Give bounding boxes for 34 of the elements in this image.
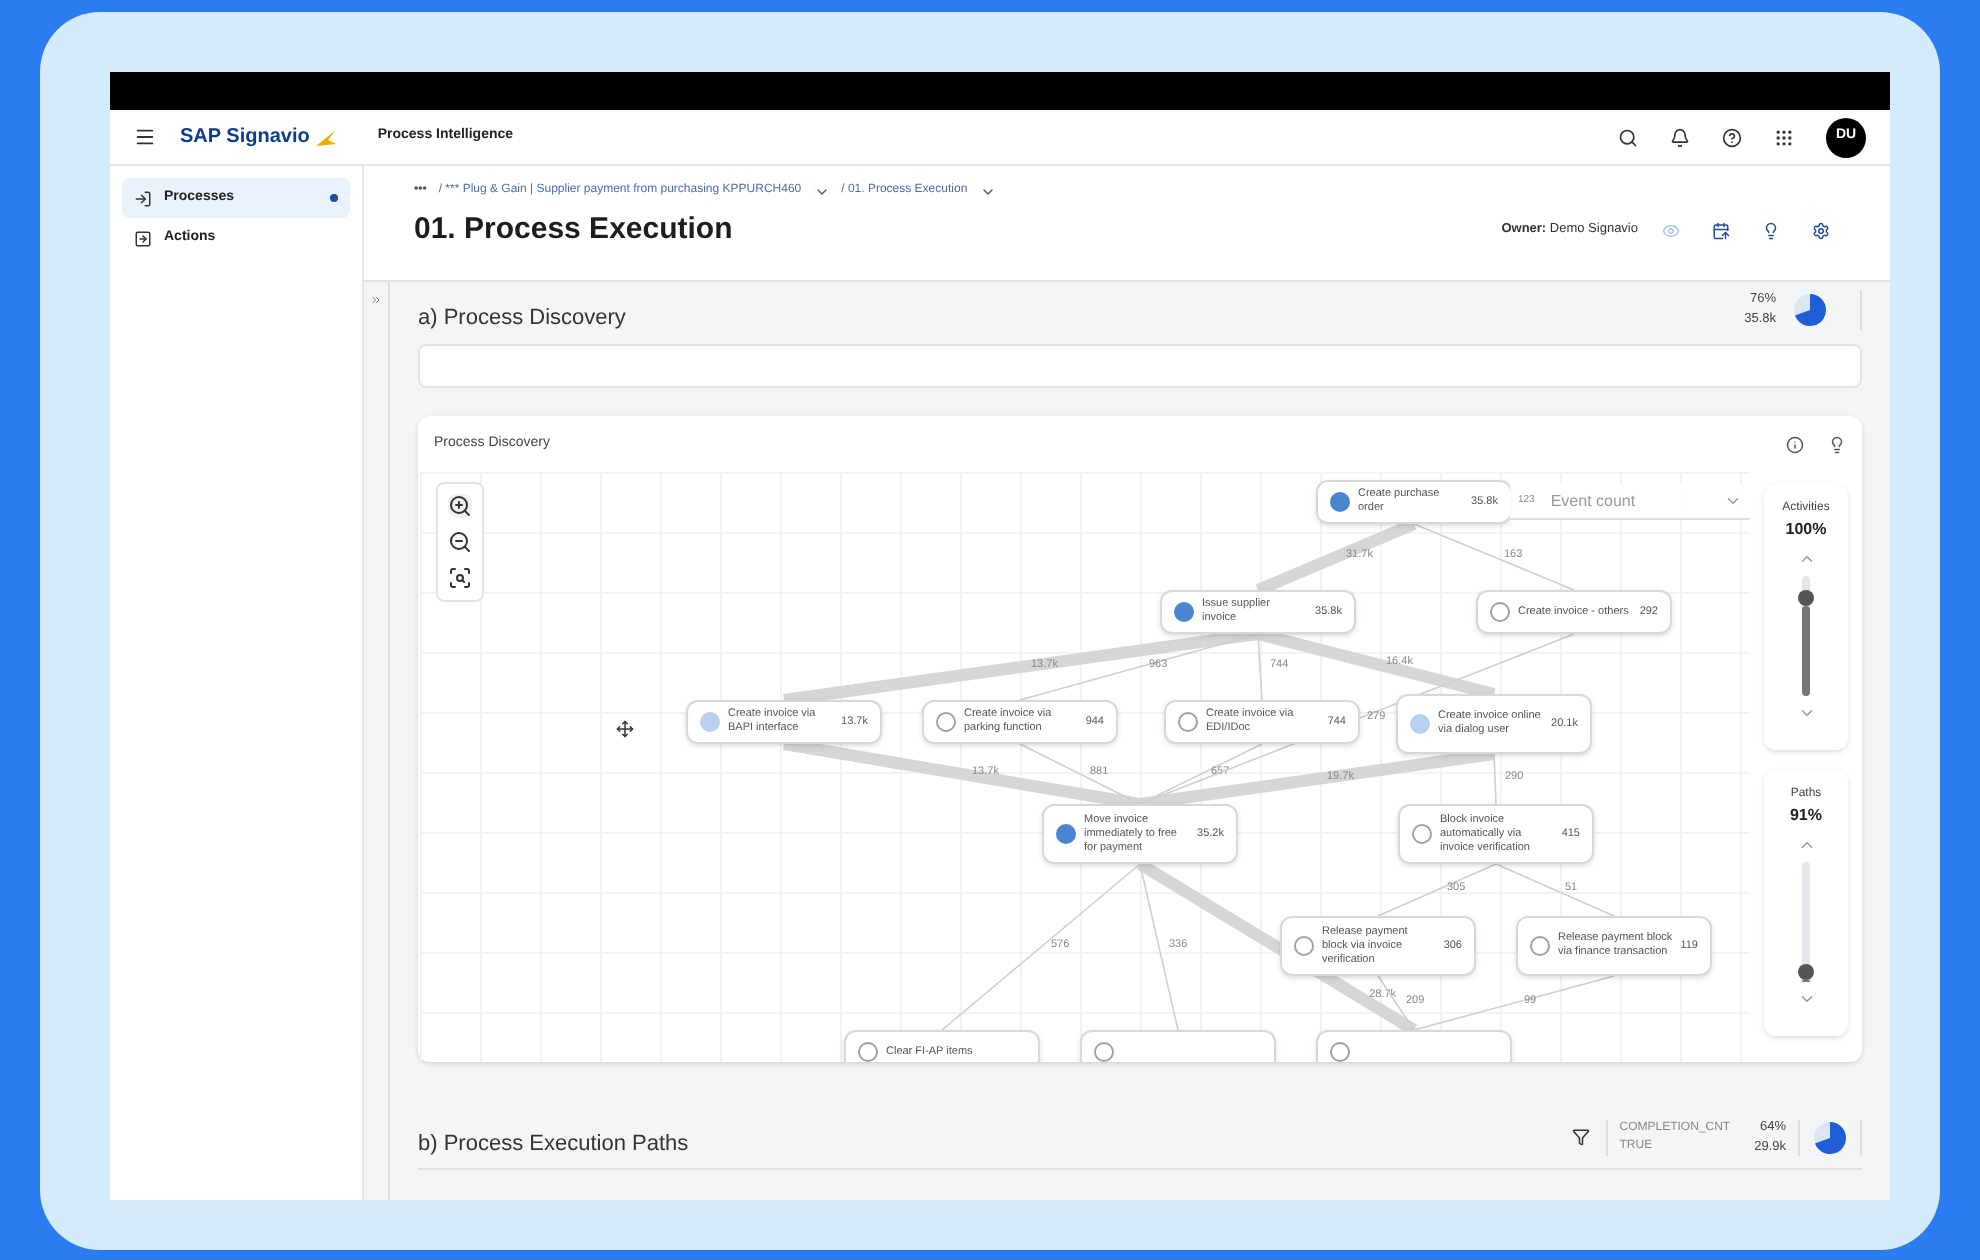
- menu-icon[interactable]: [134, 126, 156, 148]
- slider-reading: 100%: [1785, 518, 1827, 542]
- expand-icon[interactable]: [370, 294, 382, 306]
- metric-label: Event count: [1550, 489, 1636, 513]
- coverage-pie-icon: [1812, 1119, 1848, 1155]
- settings-icon[interactable]: [1812, 221, 1830, 240]
- fit-view-icon[interactable]: [448, 566, 472, 590]
- zoom-in-icon[interactable]: [448, 494, 472, 518]
- section-title: a) Process Discovery: [418, 303, 626, 334]
- activity-node[interactable]: [1080, 1030, 1276, 1062]
- activity-node[interactable]: [1316, 1030, 1512, 1062]
- filter-icon[interactable]: [1571, 1128, 1590, 1146]
- move-cursor-icon: [616, 720, 634, 738]
- help-icon[interactable]: [1722, 127, 1742, 147]
- logo-swoosh-icon: [313, 127, 338, 147]
- slider-reading: 91%: [1789, 804, 1822, 828]
- info-icon[interactable]: [1786, 435, 1804, 453]
- slider-thumb[interactable]: [1798, 963, 1814, 980]
- chevron-down-icon: [1724, 492, 1742, 510]
- brand-logo[interactable]: SAP Signavio: [180, 122, 310, 152]
- coverage-pie-icon: [1792, 292, 1828, 328]
- lightbulb-icon[interactable]: [1762, 221, 1780, 240]
- lightbulb-icon[interactable]: [1828, 435, 1846, 453]
- enter-arrow-icon: [134, 189, 152, 207]
- page-title: 01. Process Execution: [414, 210, 733, 250]
- slider-thumb[interactable]: [1798, 590, 1814, 606]
- calendar-icon[interactable]: [1712, 221, 1730, 240]
- chevron-up-icon[interactable]: [1797, 836, 1815, 854]
- chevron-up-icon[interactable]: [1797, 550, 1815, 568]
- search-icon[interactable]: [1618, 127, 1638, 147]
- zoom-out-icon[interactable]: [448, 530, 472, 554]
- apps-grid-icon[interactable]: [1774, 127, 1794, 147]
- notifications-icon[interactable]: [1670, 127, 1690, 147]
- section-title: b) Process Execution Paths: [418, 1130, 689, 1161]
